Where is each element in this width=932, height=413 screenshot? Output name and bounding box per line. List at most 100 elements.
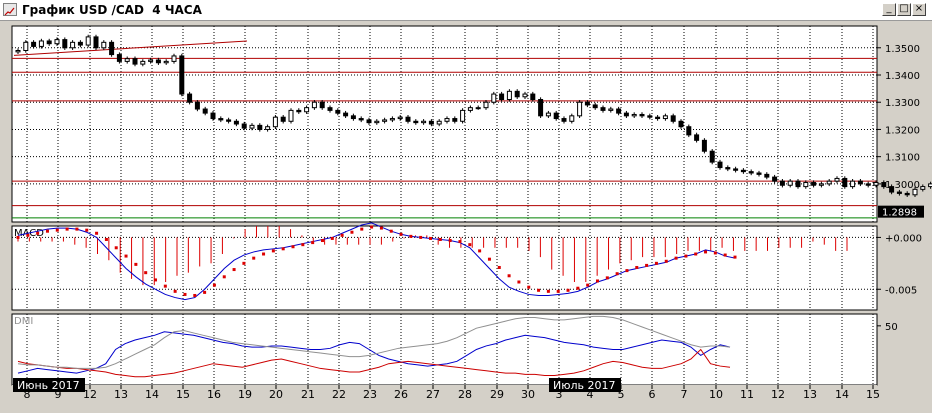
macd-signal-dot: [556, 289, 560, 293]
x-tick-label: 12: [771, 388, 785, 401]
price-tick-label: 1.3400: [885, 71, 920, 82]
chart-app-icon: [3, 3, 17, 16]
candle-body: [717, 161, 723, 169]
candle-body: [413, 120, 419, 124]
macd-signal-dot: [163, 284, 167, 288]
candle-body: [655, 116, 661, 120]
macd-signal-dot: [379, 226, 383, 230]
x-tick-label: 13: [803, 388, 817, 401]
candle-body: [873, 182, 879, 186]
candle-body: [733, 168, 739, 171]
macd-signal-dot: [45, 229, 49, 233]
macd-signal-dot: [232, 268, 236, 272]
candle-body: [779, 180, 785, 186]
candle-body: [343, 112, 349, 117]
x-tick-label: 20: [269, 388, 283, 401]
candle-body: [62, 39, 68, 49]
candle-body: [530, 93, 536, 101]
candle-body: [701, 139, 707, 152]
candle-body: [140, 60, 146, 65]
price-tick-label: 1.3100: [885, 153, 920, 164]
macd-signal-dot: [26, 233, 30, 237]
candle-body: [592, 104, 598, 109]
candle-body: [647, 115, 653, 118]
macd-tick-label: +0.000: [885, 233, 922, 244]
price-tick-label: 1.3500: [885, 44, 920, 55]
macd-signal-dot: [212, 283, 216, 287]
candle-body: [803, 182, 809, 188]
x-tick-label: 13: [114, 388, 128, 401]
candle-body: [296, 109, 302, 113]
candle-body: [756, 172, 762, 175]
macd-signal-dot: [419, 235, 423, 239]
macd-signal-dot: [409, 234, 413, 238]
candle-body: [506, 90, 512, 101]
macd-signal-dot: [193, 293, 197, 297]
candle-body: [350, 115, 356, 120]
candle-body: [202, 108, 208, 114]
candle-body: [928, 183, 932, 188]
candle-body: [280, 116, 286, 122]
candle-body: [514, 90, 520, 98]
candle-body: [405, 116, 411, 122]
candle-body: [920, 186, 926, 190]
chart-window: График USD /CAD 4 ЧАСА _ □ × 1.3500 1.340…: [0, 0, 932, 408]
candle-body: [631, 113, 637, 117]
macd-signal-dot: [262, 252, 266, 256]
candle-body: [467, 107, 473, 111]
candle-body: [155, 59, 161, 64]
macd-signal-dot: [271, 249, 275, 253]
candle-body: [889, 186, 895, 193]
candle-body: [577, 101, 583, 117]
chart-canvas[interactable]: 1.35001.34001.33001.32001.31001.30001.28…: [0, 21, 932, 408]
candle-body: [748, 171, 754, 174]
candle-body: [857, 180, 863, 185]
candle-body: [358, 118, 364, 121]
macd-signal-dot: [85, 228, 89, 232]
macd-signal-dot: [566, 288, 570, 292]
macd-signal-dot: [114, 246, 118, 250]
candle-body: [226, 119, 232, 122]
macd-signal-dot: [301, 243, 305, 247]
candle-body: [233, 120, 239, 125]
candle-body: [241, 123, 247, 129]
macd-signal-dot: [478, 249, 482, 253]
close-button[interactable]: ×: [912, 3, 926, 16]
candle-body: [499, 93, 505, 101]
macd-signal-dot: [183, 292, 187, 296]
macd-signal-dot: [438, 237, 442, 241]
x-tick-label: 11: [740, 388, 754, 401]
macd-signal-dot: [340, 233, 344, 237]
minimize-button[interactable]: _: [882, 3, 896, 16]
dmi-panel-label: DMI: [14, 316, 33, 327]
candle-body: [421, 120, 427, 124]
candle-body: [896, 191, 902, 194]
candle-body: [452, 118, 458, 122]
macd-signal-dot: [497, 265, 501, 269]
macd-signal-dot: [65, 227, 69, 231]
macd-signal-dot: [713, 251, 717, 255]
macd-signal-dot: [487, 257, 491, 261]
chart-area[interactable]: 1.3500 1.3400 1.3300 1.3200 1.3100 1.3000 1.28…: [0, 21, 932, 408]
title-bar[interactable]: График USD /CAD 4 ЧАСА _ □ ×: [0, 0, 932, 21]
candle-body: [795, 180, 801, 188]
macd-signal-dot: [75, 227, 79, 231]
macd-signal-dot: [311, 241, 315, 245]
candle-body: [187, 93, 193, 103]
macd-signal-dot: [723, 253, 727, 257]
window-title: График USD /CAD 4 ЧАСА: [22, 3, 202, 17]
candle-body: [101, 41, 107, 49]
candle-body: [428, 120, 434, 125]
candle-body: [608, 108, 614, 111]
candle-body: [725, 167, 731, 170]
macd-signal-dot: [252, 256, 256, 260]
candle-body: [257, 124, 263, 130]
candle-body: [327, 107, 333, 111]
x-tick-label: 26: [394, 388, 408, 401]
maximize-button[interactable]: □: [897, 3, 911, 16]
candle-body: [818, 183, 824, 186]
candle-body: [366, 119, 372, 124]
macd-signal-dot: [222, 275, 226, 279]
candle-body: [288, 109, 294, 122]
macd-signal-dot: [674, 256, 678, 260]
